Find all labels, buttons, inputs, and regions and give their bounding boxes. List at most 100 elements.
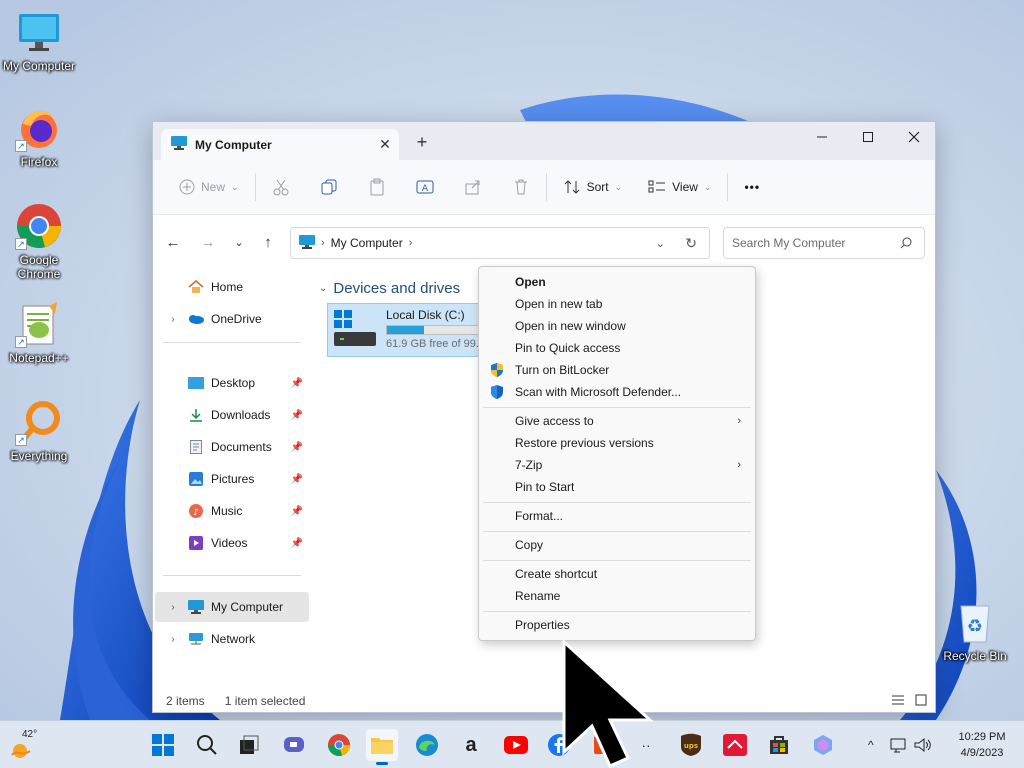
taskbar-copilot[interactable] xyxy=(807,729,839,761)
network-status-icon[interactable] xyxy=(890,737,908,753)
taskbar-clock[interactable]: 10:29 PM 4/9/2023 xyxy=(950,729,1014,761)
chevron-right-icon[interactable]: › xyxy=(163,314,183,325)
pin-icon[interactable]: 📌 xyxy=(291,538,303,549)
maximize-button[interactable] xyxy=(845,122,891,152)
copy-button[interactable] xyxy=(312,171,346,203)
view-button[interactable]: View ⌄ xyxy=(640,171,719,203)
taskbar-chrome[interactable] xyxy=(323,729,355,761)
menu-item-create-shortcut[interactable]: Create shortcut xyxy=(483,563,751,585)
copy-icon xyxy=(321,179,337,195)
desktop-icon-my-computer[interactable]: My Computer xyxy=(1,8,77,73)
taskbar-office[interactable]: O xyxy=(588,729,620,761)
tab-close-button[interactable]: ✕ xyxy=(371,136,399,153)
cut-button[interactable] xyxy=(264,171,298,203)
share-button[interactable] xyxy=(456,171,490,203)
desktop-icon-firefox[interactable]: ↗ Firefox xyxy=(1,104,77,169)
menu-item-turn-on-bitlocker[interactable]: Turn on BitLocker xyxy=(483,359,751,381)
title-bar[interactable]: My Computer ✕ + xyxy=(153,122,935,160)
task-view-button[interactable] xyxy=(233,729,265,761)
chevron-right-icon[interactable]: › xyxy=(163,602,183,613)
back-button[interactable]: ← xyxy=(163,234,183,252)
search-input[interactable]: Search My Computer xyxy=(723,227,925,259)
menu-item-open[interactable]: Open xyxy=(483,271,751,293)
menu-item-properties[interactable]: Properties xyxy=(483,614,751,636)
folder-icon xyxy=(371,738,393,754)
sidebar-item-onedrive[interactable]: › OneDrive xyxy=(155,304,309,334)
breadcrumb-my-computer[interactable]: My Computer xyxy=(331,236,403,250)
menu-item-open-in-new-tab[interactable]: Open in new tab xyxy=(483,293,751,315)
pin-icon[interactable]: 📌 xyxy=(291,474,303,485)
start-button[interactable] xyxy=(147,729,179,761)
taskbar-edge[interactable] xyxy=(411,729,443,761)
volume-icon[interactable] xyxy=(914,737,932,753)
arrow-right-icon: → xyxy=(200,234,216,251)
menu-item-format[interactable]: Format... xyxy=(483,505,751,527)
new-button[interactable]: New ⌄ xyxy=(171,171,247,203)
chevron-right-icon[interactable]: › xyxy=(163,634,183,645)
cloud-icon xyxy=(187,311,205,327)
sidebar-item-pictures[interactable]: Pictures 📌 xyxy=(155,464,309,494)
desktop-icon-everything[interactable]: ↗ Everything xyxy=(1,398,77,463)
taskbar-bank-of-america[interactable] xyxy=(719,729,751,761)
taskbar-ups[interactable]: ups xyxy=(675,729,707,761)
delete-button[interactable] xyxy=(504,171,538,203)
taskbar-microsoft-store[interactable] xyxy=(763,729,795,761)
menu-item-rename[interactable]: Rename xyxy=(483,585,751,607)
recent-locations-button[interactable]: ⌄ xyxy=(229,234,249,252)
menu-item-label: Copy xyxy=(515,538,544,552)
paste-button[interactable] xyxy=(360,171,394,203)
sidebar-item-videos[interactable]: Videos 📌 xyxy=(155,528,309,558)
menu-item-give-access-to[interactable]: Give access to › xyxy=(483,410,751,432)
sidebar-item-label: Pictures xyxy=(211,472,255,486)
see-more-button[interactable]: ••• xyxy=(736,171,768,203)
pin-icon[interactable]: 📌 xyxy=(291,378,303,389)
sidebar-item-home[interactable]: Home xyxy=(155,272,309,302)
menu-item-scan-with-defender[interactable]: Scan with Microsoft Defender... xyxy=(483,381,751,403)
weather-widget[interactable]: 42° xyxy=(8,727,48,763)
close-button[interactable] xyxy=(891,122,937,152)
tab-my-computer[interactable]: My Computer ✕ xyxy=(161,129,399,160)
tray-overflow-chevron-icon[interactable]: ^ xyxy=(868,738,874,752)
minimize-button[interactable] xyxy=(799,122,845,152)
group-header-devices-and-drives[interactable]: ⌄ Devices and drives xyxy=(319,280,460,297)
menu-item-7-zip[interactable]: 7-Zip › xyxy=(483,454,751,476)
menu-item-pin-to-quick-access[interactable]: Pin to Quick access xyxy=(483,337,751,359)
sidebar-item-downloads[interactable]: Downloads 📌 xyxy=(155,400,309,430)
sidebar-item-network[interactable]: › Network xyxy=(155,624,309,654)
sort-button[interactable]: Sort ⌄ xyxy=(555,171,631,203)
sidebar-item-documents[interactable]: Documents 📌 xyxy=(155,432,309,462)
forward-button[interactable]: → xyxy=(198,234,218,252)
up-button[interactable]: ↑ xyxy=(258,234,278,252)
sidebar-item-music[interactable]: ♪ Music 📌 xyxy=(155,496,309,526)
taskbar-facebook[interactable] xyxy=(543,729,575,761)
sidebar-item-my-computer[interactable]: › My Computer xyxy=(155,592,309,622)
taskbar-amazon[interactable]: a xyxy=(455,729,487,761)
submenu-arrow-icon: › xyxy=(737,415,741,427)
address-dropdown-icon[interactable]: ⌄ xyxy=(656,237,665,250)
desktop-icon-recycle-bin[interactable]: ♻ Recycle Bin xyxy=(937,598,1013,663)
taskbar-file-explorer[interactable] xyxy=(366,729,398,765)
desktop-icon-chrome[interactable]: ↗ Google Chrome xyxy=(1,202,77,281)
refresh-icon[interactable]: ↻ xyxy=(685,235,697,252)
taskbar-chat[interactable] xyxy=(278,729,310,761)
monitor-icon xyxy=(15,8,63,56)
new-tab-button[interactable]: + xyxy=(409,132,435,153)
pin-icon[interactable]: 📌 xyxy=(291,442,303,453)
details-view-icon[interactable] xyxy=(891,694,905,709)
plus-circle-icon xyxy=(179,179,195,195)
taskbar-youtube[interactable] xyxy=(500,729,532,761)
desktop-icon-notepadpp[interactable]: ↗ Notepad++ xyxy=(1,300,77,365)
tiles-view-icon[interactable] xyxy=(915,694,927,709)
pin-icon[interactable]: 📌 xyxy=(291,410,303,421)
taskbar-search-button[interactable] xyxy=(191,729,223,761)
sidebar-item-desktop[interactable]: Desktop 📌 xyxy=(155,368,309,398)
menu-item-pin-to-start[interactable]: Pin to Start xyxy=(483,476,751,498)
menu-item-restore-previous-versions[interactable]: Restore previous versions xyxy=(483,432,751,454)
taskbar-app-overflow[interactable]: ·· xyxy=(630,729,662,761)
menu-item-copy[interactable]: Copy xyxy=(483,534,751,556)
breadcrumb-separator-icon[interactable]: › xyxy=(409,237,413,249)
address-bar[interactable]: › My Computer › ⌄ ↻ xyxy=(290,227,710,259)
rename-button[interactable]: A xyxy=(408,171,442,203)
pin-icon[interactable]: 📌 xyxy=(291,506,303,517)
menu-item-open-in-new-window[interactable]: Open in new window xyxy=(483,315,751,337)
